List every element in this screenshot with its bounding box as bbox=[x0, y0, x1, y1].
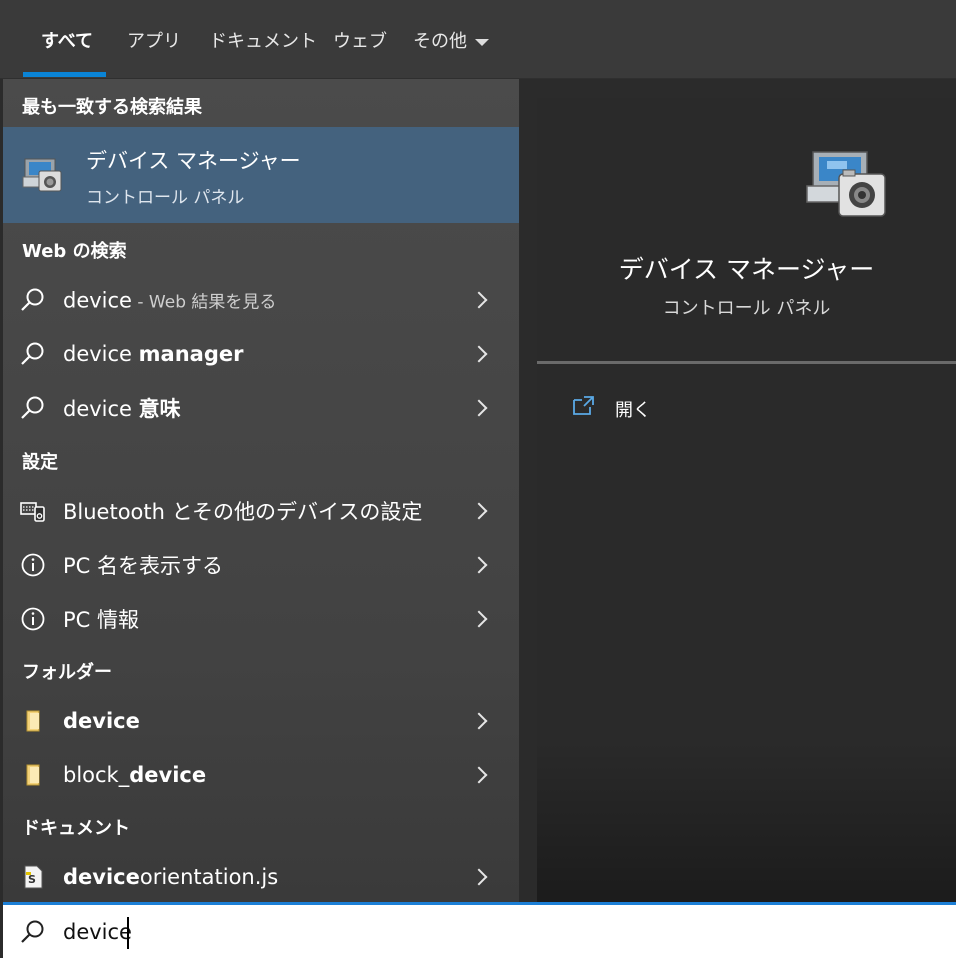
web-result-label: device manager bbox=[63, 342, 244, 366]
chevron-right-icon[interactable] bbox=[470, 291, 488, 309]
devices-icon bbox=[20, 502, 45, 522]
document-result-label: deviceorientation.js bbox=[63, 865, 279, 889]
search-filter-tabs: すべて アプリ ドキュメント ウェブ その他 bbox=[0, 0, 956, 79]
web-result-label: device - Web 結果を見る bbox=[63, 288, 277, 313]
web-result-item[interactable]: device - Web 結果を見る bbox=[3, 273, 519, 327]
settings-result-item[interactable]: PC 情報 bbox=[3, 592, 519, 646]
search-input[interactable]: device bbox=[63, 920, 132, 944]
chevron-right-icon[interactable] bbox=[470, 502, 488, 520]
settings-result-item[interactable]: PC 名を表示する bbox=[3, 538, 519, 592]
folder-icon bbox=[26, 710, 40, 732]
results-pane: 最も一致する検索結果 デバイス マネージャー コントロール パネル Web の検… bbox=[3, 79, 519, 903]
section-header-web: Web の検索 bbox=[22, 241, 127, 262]
folder-result-item[interactable]: device bbox=[3, 694, 519, 748]
web-result-item[interactable]: device 意味 bbox=[3, 381, 519, 435]
best-match-item[interactable]: デバイス マネージャー コントロール パネル bbox=[3, 127, 519, 223]
chevron-right-icon[interactable] bbox=[470, 345, 488, 363]
chevron-right-icon[interactable] bbox=[470, 712, 488, 730]
chevron-right-icon[interactable] bbox=[470, 556, 488, 574]
text-cursor bbox=[127, 917, 129, 949]
section-header-folders: フォルダー bbox=[22, 662, 112, 683]
document-result-item[interactable]: S deviceorientation.js bbox=[3, 850, 519, 904]
preview-subtitle: コントロール パネル bbox=[662, 298, 831, 319]
settings-result-label: PC 情報 bbox=[63, 608, 140, 632]
chevron-right-icon[interactable] bbox=[470, 610, 488, 628]
section-header-documents: ドキュメント bbox=[22, 818, 130, 839]
best-match-subtitle: コントロール パネル bbox=[86, 188, 245, 208]
folder-icon bbox=[26, 764, 40, 786]
search-icon bbox=[21, 342, 44, 365]
chevron-right-icon[interactable] bbox=[470, 766, 488, 784]
javascript-file-icon: S bbox=[24, 865, 43, 889]
folder-result-label: block_device bbox=[63, 763, 207, 787]
info-icon bbox=[21, 607, 45, 631]
folder-result-item[interactable]: block_device bbox=[3, 748, 519, 802]
device-manager-icon bbox=[22, 158, 62, 192]
tab-web[interactable]: ウェブ bbox=[333, 27, 387, 53]
open-label: 開く bbox=[615, 400, 651, 421]
web-result-label: device 意味 bbox=[63, 397, 181, 421]
tab-apps[interactable]: アプリ bbox=[127, 27, 181, 53]
divider bbox=[537, 361, 956, 364]
chevron-right-icon[interactable] bbox=[470, 399, 488, 417]
tab-more[interactable]: その他 bbox=[413, 27, 489, 53]
search-box[interactable]: device bbox=[3, 902, 956, 958]
search-icon bbox=[21, 920, 44, 943]
folder-result-label: device bbox=[63, 709, 140, 733]
active-tab-indicator bbox=[23, 72, 106, 77]
preview-title: デバイス マネージャー bbox=[618, 255, 875, 284]
settings-result-label: PC 名を表示する bbox=[63, 554, 224, 578]
section-header-settings: 設定 bbox=[22, 452, 58, 473]
search-icon bbox=[21, 396, 44, 419]
tab-documents[interactable]: ドキュメント bbox=[209, 27, 317, 53]
chevron-right-icon[interactable] bbox=[470, 868, 488, 886]
web-result-item[interactable]: device manager bbox=[3, 327, 519, 381]
chevron-down-icon bbox=[475, 38, 489, 46]
background-shadow bbox=[537, 740, 956, 903]
best-match-title: デバイス マネージャー bbox=[86, 149, 301, 173]
tab-more-label: その他 bbox=[413, 31, 467, 52]
settings-result-item[interactable]: Bluetooth とその他のデバイスの設定 bbox=[3, 484, 519, 538]
search-icon bbox=[21, 288, 44, 311]
tab-all[interactable]: すべて bbox=[41, 27, 93, 53]
info-icon bbox=[21, 553, 45, 577]
section-header-best-match: 最も一致する検索結果 bbox=[22, 97, 202, 118]
open-external-icon bbox=[573, 396, 594, 415]
device-manager-icon bbox=[806, 151, 886, 217]
settings-result-label: Bluetooth とその他のデバイスの設定 bbox=[63, 500, 423, 524]
